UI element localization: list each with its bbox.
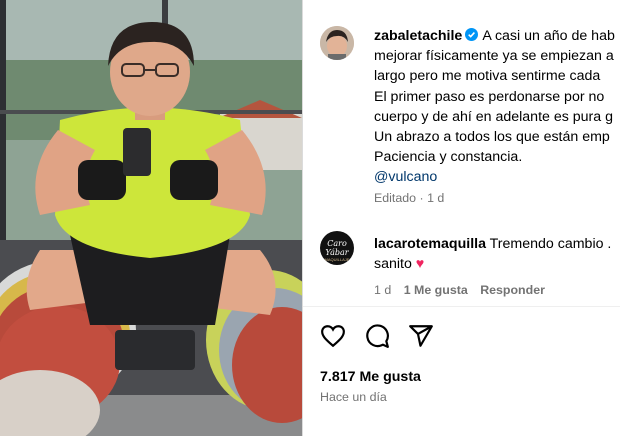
comment-icon[interactable]: [364, 323, 390, 349]
comment-text-continued: sanito: [374, 256, 412, 273]
post-time[interactable]: Hace un día: [320, 390, 387, 404]
commenter-username[interactable]: lacarotemaquilla: [374, 236, 486, 252]
commenter-avatar-subtext: MAQUILLAJE: [324, 257, 350, 262]
caption-line: mejorar físicamente ya se empiezan a: [374, 48, 614, 65]
share-icon[interactable]: [408, 323, 434, 349]
commenter-avatar-text: Caro Yábar: [325, 239, 349, 257]
caption-line: cuerpo y de ahí en adelante es pura g: [374, 108, 613, 125]
edited-separator: ·: [419, 191, 424, 205]
caption-line: largo pero me motiva sentirme cada: [374, 68, 601, 85]
caption-first-line: zabaletachile A casi un año de hab: [374, 26, 620, 46]
mention-link[interactable]: @vulcano: [374, 167, 620, 187]
post-caption: zabaletachile A casi un año de hab mejora…: [374, 26, 620, 188]
edited-time[interactable]: 1 d: [427, 191, 444, 205]
reply-button[interactable]: Responder: [480, 283, 545, 297]
heart-icon[interactable]: [320, 323, 346, 349]
post-details: zabaletachile A casi un año de hab mejora…: [303, 0, 620, 436]
post-photo: [0, 0, 302, 436]
comment-text: Tremendo cambio .: [489, 236, 612, 252]
caption-line: A casi un año de hab: [482, 28, 615, 44]
verified-icon: [465, 27, 479, 41]
heart-emoji: ♥: [415, 256, 425, 273]
post-edited-meta: Editado · 1 d: [374, 191, 444, 205]
edited-label: Editado: [374, 191, 417, 205]
comment-meta: 1 d 1 Me gusta Responder: [374, 283, 545, 297]
caption-line: El primer paso es perdonarse por no: [374, 88, 605, 105]
author-avatar[interactable]: [320, 26, 354, 60]
caption-line: Paciencia y constancia.: [374, 149, 523, 166]
actions-divider: [303, 306, 620, 307]
post-username[interactable]: zabaletachile: [374, 28, 462, 44]
comment-time[interactable]: 1 d: [374, 283, 391, 297]
comment-likes[interactable]: 1 Me gusta: [404, 283, 468, 297]
caption-line: Un abrazo a todos los que están emp: [374, 129, 610, 146]
commenter-avatar[interactable]: Caro Yábar MAQUILLAJE: [320, 231, 354, 265]
likes-count[interactable]: 7.817 Me gusta: [320, 369, 421, 385]
avatar-image: [320, 26, 354, 60]
comment: lacarotemaquilla Tremendo cambio . sanit…: [374, 234, 620, 274]
